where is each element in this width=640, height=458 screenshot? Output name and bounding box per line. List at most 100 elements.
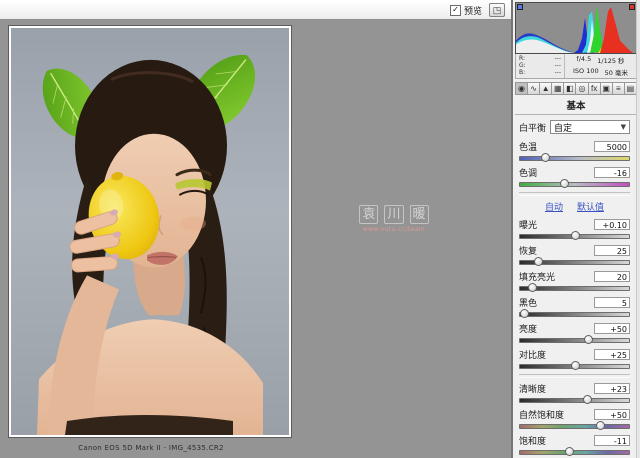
slider-track[interactable] bbox=[519, 179, 630, 189]
tab-split-toning[interactable]: ◧ bbox=[563, 82, 575, 95]
default-link[interactable]: 默认值 bbox=[577, 200, 604, 213]
slider-thumb[interactable] bbox=[560, 179, 569, 188]
slider-value-input[interactable]: 5000 bbox=[594, 141, 630, 152]
presence-sliders: 清晰度 +23 自然饱和度 +50 饱和度 -11 bbox=[519, 382, 630, 457]
watermark-char: 暖 bbox=[410, 205, 429, 224]
iso-value: ISO 100 bbox=[573, 67, 599, 77]
highlight-clipping-indicator[interactable] bbox=[629, 4, 635, 10]
image-info-strip: R:--- G:--- B:--- f/4.51/125 秒 ISO 10050… bbox=[515, 54, 637, 79]
photo-image bbox=[11, 28, 289, 435]
slider-value-input[interactable]: -11 bbox=[594, 435, 630, 446]
tab-snapshots[interactable]: ▤ bbox=[624, 82, 637, 95]
slider-row: 填充亮光 20 bbox=[519, 270, 630, 293]
slider-thumb[interactable] bbox=[583, 395, 592, 404]
divider bbox=[519, 374, 630, 378]
slider-track[interactable] bbox=[519, 395, 630, 405]
tab-basic[interactable]: ◉ bbox=[515, 82, 527, 95]
watermark-char: 川 bbox=[384, 205, 403, 224]
watermark-characters: 袁川暖 bbox=[344, 203, 444, 224]
slider-label: 清晰度 bbox=[519, 382, 546, 395]
slider-value-input[interactable]: +50 bbox=[594, 409, 630, 420]
filename-caption: Canon EOS 5D Mark II - IMG_4535.CR2 bbox=[8, 444, 294, 452]
histogram[interactable] bbox=[515, 2, 637, 54]
slider-thumb[interactable] bbox=[571, 361, 580, 370]
tab-hsl-grayscale[interactable]: ▦ bbox=[551, 82, 563, 95]
tab-effects[interactable]: fx bbox=[588, 82, 600, 95]
slider-track[interactable] bbox=[519, 257, 630, 267]
tab-presets[interactable]: ≡ bbox=[612, 82, 624, 95]
basic-panel-body: 白平衡 自定 ▼ 色温 5000 色调 -16 bbox=[513, 115, 637, 457]
watermark-char: 袁 bbox=[359, 205, 378, 224]
tab-camera-calibration[interactable]: ▣ bbox=[600, 82, 612, 95]
slider-row: 恢复 25 bbox=[519, 244, 630, 267]
focal-length-value: 50 毫米 bbox=[605, 67, 628, 77]
fullscreen-icon: ◳ bbox=[493, 5, 502, 15]
toolbar: ✓ 预览 ◳ bbox=[0, 0, 511, 20]
exif-readout: f/4.5 1/125 秒 ISO 100 50 毫米 bbox=[565, 54, 636, 78]
slider-label: 黑色 bbox=[519, 296, 537, 309]
slider-label: 亮度 bbox=[519, 322, 537, 335]
fullscreen-toggle-button[interactable]: ◳ bbox=[489, 3, 505, 17]
slider-track[interactable] bbox=[519, 231, 630, 241]
slider-track[interactable] bbox=[519, 309, 630, 319]
slider-thumb[interactable] bbox=[520, 309, 529, 318]
slider-track[interactable] bbox=[519, 153, 630, 163]
slider-track[interactable] bbox=[519, 447, 630, 457]
rgb-b-value: --- bbox=[555, 70, 562, 76]
panel-tab-bar: ◉∿▲▦◧◎fx▣≡▤ bbox=[515, 82, 637, 95]
slider-thumb[interactable] bbox=[571, 231, 580, 240]
slider-value-input[interactable]: +0.10 bbox=[594, 219, 630, 230]
histogram-red-peak bbox=[600, 7, 633, 53]
rgb-b-label: B: bbox=[519, 70, 525, 76]
slider-row: 饱和度 -11 bbox=[519, 434, 630, 457]
slider-label: 色温 bbox=[519, 140, 537, 153]
tone-sliders: 曝光 +0.10 恢复 25 填充亮光 20 黑色 5 bbox=[519, 218, 630, 371]
slider-label: 曝光 bbox=[519, 218, 537, 231]
watermark-url: www.nutu.cc/team bbox=[344, 226, 444, 233]
adjustments-panel: R:--- G:--- B:--- f/4.51/125 秒 ISO 10050… bbox=[511, 0, 640, 458]
white-balance-sliders: 色温 5000 色调 -16 bbox=[519, 140, 630, 189]
slider-label: 自然饱和度 bbox=[519, 408, 564, 421]
slider-thumb[interactable] bbox=[534, 257, 543, 266]
slider-row: 色温 5000 bbox=[519, 140, 630, 163]
slider-track[interactable] bbox=[519, 335, 630, 345]
slider-row: 黑色 5 bbox=[519, 296, 630, 319]
slider-thumb[interactable] bbox=[565, 447, 574, 456]
checkbox-checked-icon[interactable]: ✓ bbox=[450, 5, 461, 16]
slider-thumb[interactable] bbox=[541, 153, 550, 162]
slider-label: 对比度 bbox=[519, 348, 546, 361]
slider-track[interactable] bbox=[519, 421, 630, 431]
chevron-down-icon: ▼ bbox=[621, 123, 626, 131]
slider-track[interactable] bbox=[519, 283, 630, 293]
slider-thumb[interactable] bbox=[584, 335, 593, 344]
histogram-chart bbox=[516, 3, 636, 53]
tab-lens-corrections[interactable]: ◎ bbox=[575, 82, 587, 95]
shutter-value: 1/125 秒 bbox=[597, 55, 624, 65]
preview-checkbox[interactable]: ✓ 预览 bbox=[450, 4, 482, 17]
slider-value-input[interactable]: +23 bbox=[594, 383, 630, 394]
shadow-clipping-indicator[interactable] bbox=[517, 4, 523, 10]
slider-value-input[interactable]: +50 bbox=[594, 323, 630, 334]
slider-value-input[interactable]: 20 bbox=[594, 271, 630, 282]
preview-canvas[interactable]: 袁川暖 www.nutu.cc/team Canon EOS 5D Mark I… bbox=[0, 20, 511, 458]
preview-area: ✓ 预览 ◳ bbox=[0, 0, 511, 458]
slider-value-input[interactable]: +25 bbox=[594, 349, 630, 360]
slider-label: 恢复 bbox=[519, 244, 537, 257]
aperture-value: f/4.5 bbox=[576, 55, 591, 65]
tab-tone-curve[interactable]: ∿ bbox=[527, 82, 539, 95]
slider-value-input[interactable]: 5 bbox=[594, 297, 630, 308]
slider-row: 自然饱和度 +50 bbox=[519, 408, 630, 431]
slider-track[interactable] bbox=[519, 361, 630, 371]
tab-detail[interactable]: ▲ bbox=[539, 82, 551, 95]
preview-label: 预览 bbox=[464, 4, 482, 17]
slider-value-input[interactable]: -16 bbox=[594, 167, 630, 178]
slider-label: 填充亮光 bbox=[519, 270, 555, 283]
watermark: 袁川暖 www.nutu.cc/team bbox=[344, 203, 444, 233]
auto-link[interactable]: 自动 bbox=[545, 200, 563, 213]
white-balance-value: 自定 bbox=[554, 121, 572, 134]
slider-value-input[interactable]: 25 bbox=[594, 245, 630, 256]
slider-row: 对比度 +25 bbox=[519, 348, 630, 371]
white-balance-select[interactable]: 自定 ▼ bbox=[550, 120, 630, 134]
slider-label: 饱和度 bbox=[519, 434, 546, 447]
slider-row: 色调 -16 bbox=[519, 166, 630, 189]
